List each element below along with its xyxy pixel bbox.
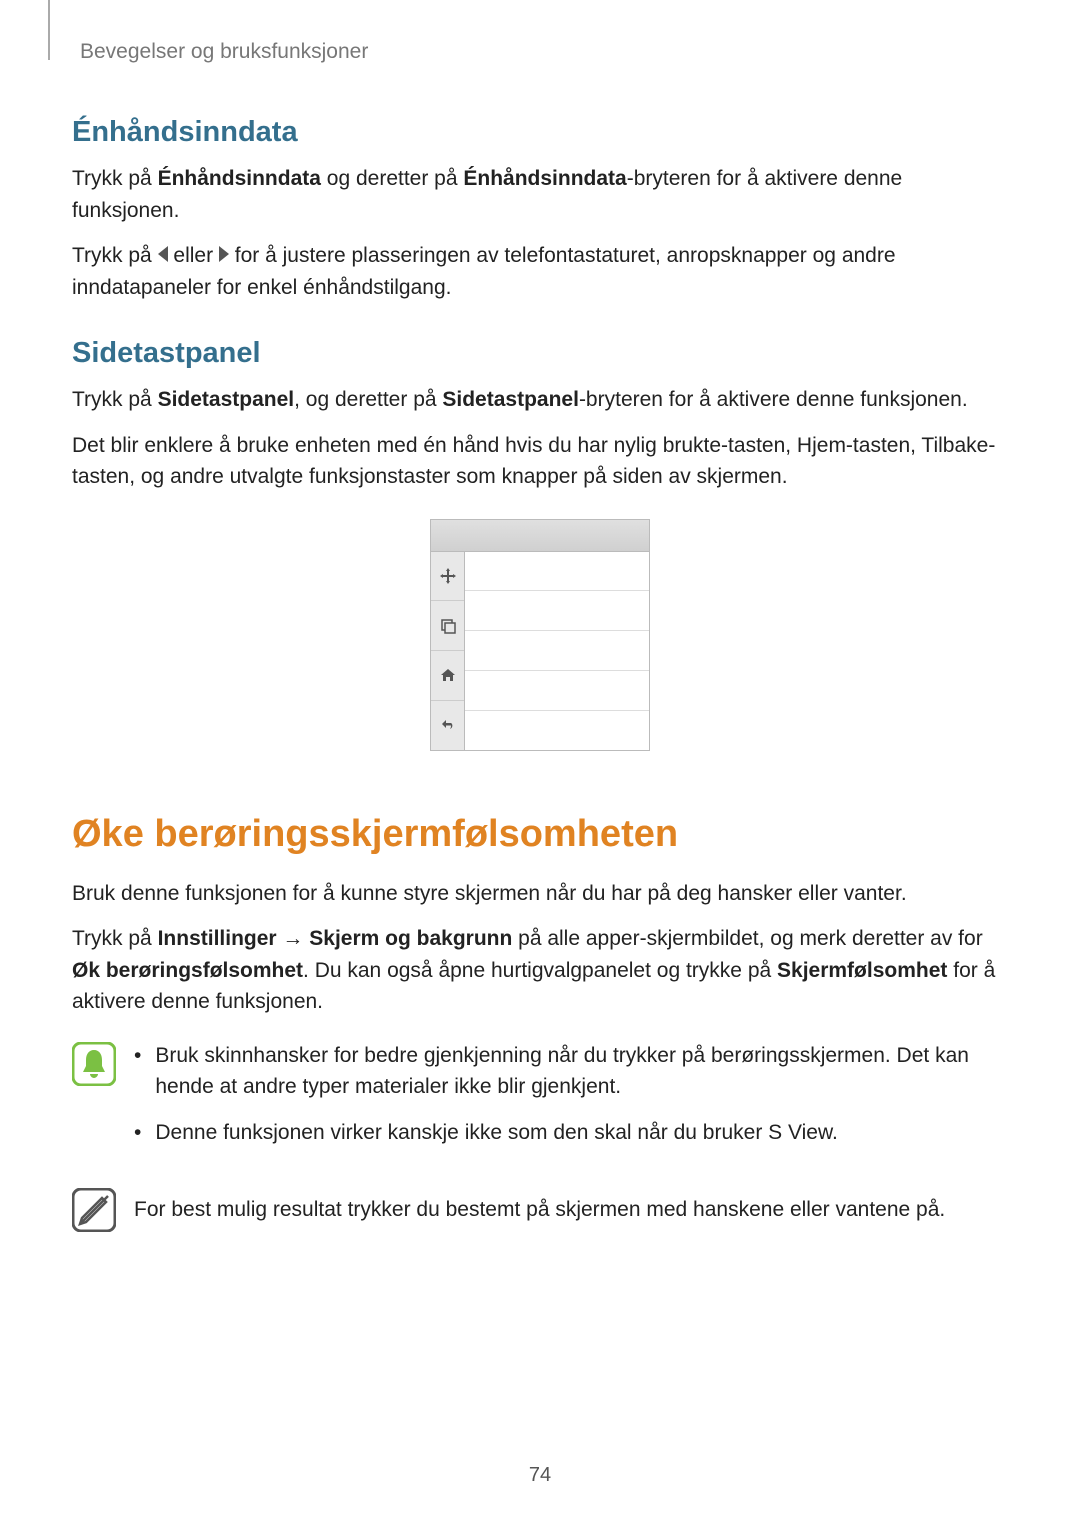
heading-sidetastpanel: Sidetastpanel bbox=[72, 337, 1008, 370]
bold-term: Énhåndsinndata bbox=[463, 167, 626, 190]
tip-body: • Bruk skinnhansker for bedre gjenkjenni… bbox=[134, 1040, 1008, 1163]
note-icon bbox=[72, 1188, 116, 1232]
move-icon bbox=[431, 552, 464, 602]
list-text: Bruk skinnhansker for bedre gjenkjenning… bbox=[155, 1040, 1008, 1103]
text: Trykk på bbox=[72, 388, 158, 411]
list-text: Denne funksjonen virker kanskje ikke som… bbox=[155, 1117, 837, 1149]
paragraph: Trykk på eller for å justere plasseringe… bbox=[72, 240, 1008, 303]
bold-term: Øk berøringsfølsomhet bbox=[72, 959, 303, 982]
home-icon bbox=[431, 651, 464, 701]
text: eller bbox=[168, 244, 219, 267]
section-enhandsinndata: Énhåndsinndata Trykk på Énhåndsinndata o… bbox=[72, 116, 1008, 303]
text: . Du kan også åpne hurtigvalgpanelet og … bbox=[303, 959, 777, 982]
text: → bbox=[277, 927, 310, 950]
breadcrumb: Bevegelser og bruksfunksjoner bbox=[80, 40, 1008, 64]
arrow-left-icon bbox=[158, 246, 168, 262]
device-illustration bbox=[430, 519, 650, 751]
device-status-bar bbox=[431, 520, 649, 552]
bold-term: Innstillinger bbox=[158, 927, 277, 950]
bullet: • bbox=[134, 1117, 141, 1149]
recent-icon bbox=[431, 601, 464, 651]
device-row bbox=[465, 671, 649, 711]
heading-beroring: Øke berøringsskjermfølsomheten bbox=[72, 813, 1008, 856]
arrow-right-icon bbox=[219, 246, 229, 262]
tip-block: • Bruk skinnhansker for bedre gjenkjenni… bbox=[72, 1040, 1008, 1163]
device-row bbox=[465, 591, 649, 631]
text: Trykk på bbox=[72, 927, 158, 950]
header-rule bbox=[48, 0, 50, 60]
text: -bryteren for å aktivere denne funksjone… bbox=[579, 388, 968, 411]
bullet: • bbox=[134, 1040, 141, 1103]
list-item: • Bruk skinnhansker for bedre gjenkjenni… bbox=[134, 1040, 1008, 1103]
note-block: For best mulig resultat trykker du beste… bbox=[72, 1186, 1008, 1232]
paragraph: Trykk på Sidetastpanel, og deretter på S… bbox=[72, 384, 1008, 416]
bell-icon bbox=[72, 1042, 116, 1086]
section-sidetastpanel: Sidetastpanel Trykk på Sidetastpanel, og… bbox=[72, 337, 1008, 493]
bold-term: Sidetastpanel bbox=[442, 388, 579, 411]
text: og deretter på bbox=[321, 167, 463, 190]
device-row bbox=[465, 711, 649, 750]
paragraph: Bruk denne funksjonen for å kunne styre … bbox=[72, 878, 1008, 910]
device-row bbox=[465, 552, 649, 592]
text: , og deretter på bbox=[294, 388, 442, 411]
text: på alle apper-skjermbildet, og merk dere… bbox=[512, 927, 982, 950]
bold-term: Énhåndsinndata bbox=[158, 167, 321, 190]
device-content-area bbox=[465, 552, 649, 750]
text: Trykk på bbox=[72, 167, 158, 190]
paragraph: Trykk på Énhåndsinndata og deretter på É… bbox=[72, 163, 1008, 226]
section-beroring: Øke berøringsskjermfølsomheten Bruk denn… bbox=[72, 813, 1008, 1233]
heading-enhandsinndata: Énhåndsinndata bbox=[72, 116, 1008, 149]
device-row bbox=[465, 631, 649, 671]
note-text: For best mulig resultat trykker du beste… bbox=[134, 1186, 1008, 1226]
bold-term: Sidetastpanel bbox=[158, 388, 295, 411]
text: Trykk på bbox=[72, 244, 158, 267]
paragraph: Trykk på Innstillinger → Skjerm og bakgr… bbox=[72, 923, 1008, 1018]
list-item: • Denne funksjonen virker kanskje ikke s… bbox=[134, 1117, 1008, 1149]
page-content: Bevegelser og bruksfunksjoner Énhåndsinn… bbox=[0, 0, 1080, 1232]
bold-term: Skjermfølsomhet bbox=[777, 959, 947, 982]
page-number: 74 bbox=[0, 1464, 1080, 1487]
side-key-panel bbox=[431, 552, 465, 750]
paragraph: Det blir enklere å bruke enheten med én … bbox=[72, 430, 1008, 493]
back-icon bbox=[431, 701, 464, 750]
bold-term: Skjerm og bakgrunn bbox=[309, 927, 512, 950]
